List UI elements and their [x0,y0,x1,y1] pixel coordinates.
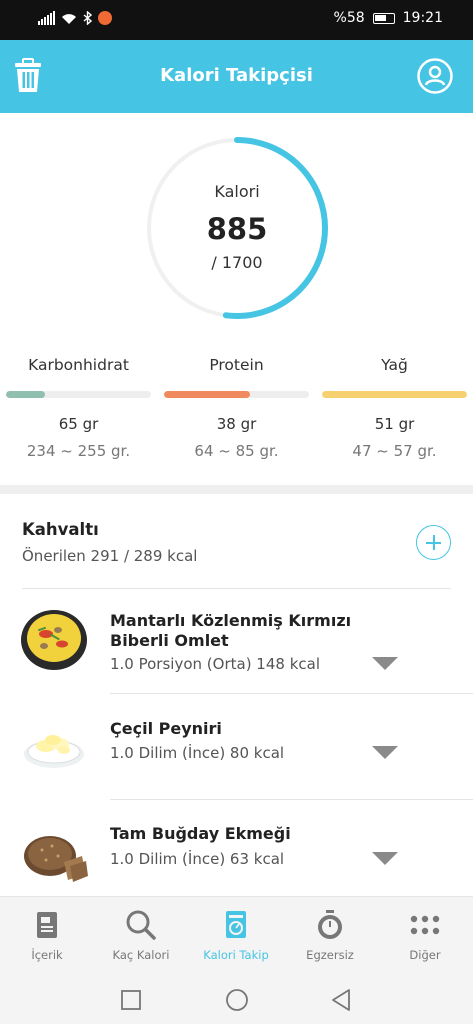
nav-item-diger[interactable]: Diğer [378,897,472,977]
calorie-summary: Kalori 885 / 1700 [145,136,329,320]
macro-amount: 51 gr [374,415,415,433]
macro-name: Yağ [381,356,408,374]
nav-item-kac-kalori[interactable]: Kaç Kalori [94,897,188,977]
food-item[interactable]: Tam Buğday Ekmeği 1.0 Dilim (İnce) 63 kc… [0,800,473,896]
food-name: Mantarlı Közlenmiş Kırmızı Biberli Omlet [110,611,352,650]
clock: 19:21 [402,10,443,26]
nav-item-egzersiz[interactable]: Egzersiz [283,897,377,977]
search-icon [126,910,156,940]
nav-label: Kaç Kalori [112,948,170,962]
macro-fat: Yağ 51 gr 47 ~ 57 gr. [322,356,467,460]
macro-name: Karbonhidrat [28,356,129,374]
food-item[interactable]: Çeçil Peyniri 1.0 Dilim (İnce) 80 kcal [0,694,473,799]
food-item[interactable]: Mantarlı Közlenmiş Kırmızı Biberli Omlet… [0,589,473,693]
add-food-button[interactable] [416,525,451,560]
recents-icon[interactable] [120,989,142,1011]
macro-progress-track [322,391,467,398]
macro-amount: 65 gr [58,415,99,433]
app-bar: Kalori Takipçisi [0,40,473,113]
meal-header: Kahvaltı Önerilen 291 / 289 kcal [22,520,197,565]
macro-progress-track [6,391,151,398]
meal-title: Kahvaltı [22,520,99,539]
home-icon[interactable] [225,988,249,1012]
food-name: Tam Buğday Ekmeği [110,824,291,843]
battery-icon [372,12,395,24]
food-name: Çeçil Peyniri [110,719,222,738]
bluetooth-icon [83,11,92,25]
calorie-goal: / 1700 [211,253,263,272]
macro-progress-fill [6,391,46,398]
profile-button[interactable] [417,58,453,94]
section-divider [0,485,473,494]
bottom-nav: İçerik Kaç Kalori Kalori Takip Egzersiz [0,896,473,976]
app-notification-icon [98,11,112,25]
signal-icon [38,11,55,25]
macro-carbs: Karbonhidrat 65 gr 234 ~ 255 gr. [6,356,151,460]
system-nav-bar [0,976,473,1024]
calorie-value: 885 [206,212,268,246]
nav-label: Kalori Takip [203,948,269,962]
wifi-icon [62,13,76,24]
book-icon [37,912,57,938]
nav-item-kalori-takip[interactable]: Kalori Takip [189,897,283,977]
user-icon [417,58,453,94]
stopwatch-icon [318,910,342,939]
bread-image [24,836,88,882]
meal-recommended: Önerilen 291 / 289 kcal [22,547,198,565]
macro-range: 47 ~ 57 gr. [352,442,437,460]
nav-item-icerik[interactable]: İçerik [0,897,94,977]
back-icon[interactable] [330,988,352,1012]
food-portion: 1.0 Dilim (İnce) 63 kcal [110,850,285,868]
macro-progress-fill [322,391,467,398]
macro-progress-fill [164,391,250,398]
macro-amount: 38 gr [216,415,257,433]
macro-name: Protein [209,356,264,374]
food-portion: 1.0 Dilim (İnce) 80 kcal [110,744,285,762]
macro-range: 64 ~ 85 gr. [194,442,279,460]
macro-protein: Protein 38 gr 64 ~ 85 gr. [164,356,309,460]
battery-percent: %58 [333,10,365,26]
macro-range: 234 ~ 255 gr. [26,442,131,460]
nav-label: Egzersiz [306,948,354,962]
chevron-down-icon[interactable] [372,657,398,670]
scale-icon [226,911,246,938]
omelette-image [21,610,87,670]
nav-label: İçerik [31,948,63,962]
chevron-down-icon[interactable] [372,852,398,865]
more-dots-icon [410,915,440,935]
calorie-label: Kalori [214,182,260,201]
food-portion: 1.0 Porsiyon (Orta) 148 kcal [110,655,320,673]
cheese-image [24,735,84,768]
chevron-down-icon[interactable] [372,746,398,759]
macro-progress-track [164,391,309,398]
status-bar: %58 19:21 [0,0,473,40]
page-title: Kalori Takipçisi [160,65,313,86]
nav-label: Diğer [409,948,441,962]
